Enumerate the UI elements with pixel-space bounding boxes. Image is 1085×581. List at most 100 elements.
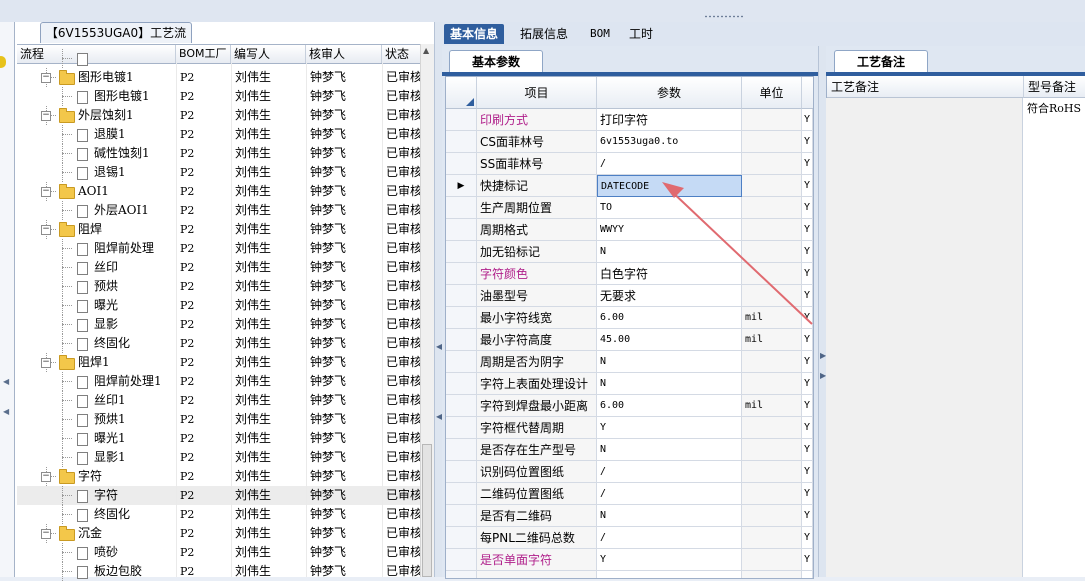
- tree-row[interactable]: − 外层蚀刻1 P2 刘伟生 钟梦飞 已审核: [17, 106, 420, 125]
- param-row[interactable]: SS面菲林号 / Y: [446, 153, 813, 175]
- collapse-icon[interactable]: −: [41, 358, 51, 368]
- row-header[interactable]: [446, 307, 477, 329]
- tab-process-remark[interactable]: 工艺备注: [834, 50, 928, 73]
- param-row[interactable]: 生产周期位置 TO Y: [446, 197, 813, 219]
- param-value[interactable]: 无要求: [597, 285, 742, 307]
- param-value[interactable]: N: [597, 439, 742, 461]
- param-value[interactable]: /: [597, 153, 742, 175]
- model-remark-value[interactable]: 符合RoHS: [1027, 100, 1085, 116]
- col-header-process-remark[interactable]: 工艺备注: [827, 76, 1024, 98]
- param-value[interactable]: N: [597, 373, 742, 395]
- tree-row[interactable]: 阻焊前处理1 P2 刘伟生 钟梦飞 已审核: [17, 372, 420, 391]
- param-row[interactable]: ▶ 快捷标记 DATECODE Y: [446, 175, 813, 197]
- param-row[interactable]: 是否单面字符 Y Y: [446, 549, 813, 571]
- param-value[interactable]: DATECODE: [597, 175, 742, 197]
- tree-row[interactable]: 终固化 P2 刘伟生 钟梦飞 已审核: [17, 334, 420, 353]
- tree-row[interactable]: 预烘1 P2 刘伟生 钟梦飞 已审核: [17, 410, 420, 429]
- collapse-icon[interactable]: −: [41, 111, 51, 121]
- tree-row[interactable]: 碱性蚀刻1 P2 刘伟生 钟梦飞 已审核: [17, 144, 420, 163]
- tree-row[interactable]: − 沉金 P2 刘伟生 钟梦飞 已审核: [17, 524, 420, 543]
- row-header[interactable]: [446, 109, 477, 131]
- param-row[interactable]: 周期是否为阴字 N Y: [446, 351, 813, 373]
- scroll-up-icon[interactable]: ▲: [423, 46, 429, 55]
- row-header[interactable]: [446, 483, 477, 505]
- row-header[interactable]: [446, 153, 477, 175]
- tab-basic-info[interactable]: 基本信息: [444, 24, 505, 44]
- tree-row[interactable]: 阻焊前处理 P2 刘伟生 钟梦飞 已审核: [17, 239, 420, 258]
- row-header[interactable]: [446, 571, 477, 578]
- row-header[interactable]: [446, 197, 477, 219]
- param-value[interactable]: 打印字符: [597, 109, 742, 131]
- row-header[interactable]: [446, 373, 477, 395]
- param-value[interactable]: N: [597, 505, 742, 527]
- collapse-icon[interactable]: −: [41, 529, 51, 539]
- tree-row[interactable]: − 阻焊1 P2 刘伟生 钟梦飞 已审核: [17, 353, 420, 372]
- row-header[interactable]: [446, 395, 477, 417]
- param-value[interactable]: N: [597, 351, 742, 373]
- tree-row[interactable]: − 图形电镀1 P2 刘伟生 钟梦飞 已审核: [17, 68, 420, 87]
- tree-row[interactable]: 显影1 P2 刘伟生 钟梦飞 已审核: [17, 448, 420, 467]
- param-row[interactable]: 字符框代替周期 Y Y: [446, 417, 813, 439]
- tree-row[interactable]: 图形电镀1 P2 刘伟生 钟梦飞 已审核: [17, 87, 420, 106]
- row-header[interactable]: [446, 285, 477, 307]
- param-row[interactable]: 字符颜色 白色字符 Y: [446, 263, 813, 285]
- tree-row[interactable]: − AOI1 P2 刘伟生 钟梦飞 已审核: [17, 182, 420, 201]
- param-value[interactable]: /: [597, 483, 742, 505]
- param-row[interactable]: 每PNL二维码总数 / Y: [446, 527, 813, 549]
- tree-row[interactable]: − 字符 P2 刘伟生 钟梦飞 已审核: [17, 467, 420, 486]
- row-header[interactable]: [446, 527, 477, 549]
- param-row[interactable]: 周期格式 WWYY Y: [446, 219, 813, 241]
- row-header[interactable]: [446, 329, 477, 351]
- tree-row[interactable]: 曝光1 P2 刘伟生 钟梦飞 已审核: [17, 429, 420, 448]
- tree-row[interactable]: − 阻焊 P2 刘伟生 钟梦飞 已审核: [17, 220, 420, 239]
- param-row[interactable]: 印刷方式 打印字符 Y: [446, 109, 813, 131]
- param-value[interactable]: [597, 571, 742, 578]
- tree-row[interactable]: 显影 P2 刘伟生 钟梦飞 已审核: [17, 315, 420, 334]
- row-header[interactable]: [446, 241, 477, 263]
- row-header[interactable]: [446, 417, 477, 439]
- tab-extended-info[interactable]: 拓展信息: [514, 24, 574, 44]
- param-row[interactable]: 是否存在生产型号 N Y: [446, 439, 813, 461]
- row-header[interactable]: [446, 219, 477, 241]
- param-row[interactable]: 二维码位置图纸 / Y: [446, 483, 813, 505]
- param-row[interactable]: 字符到焊盘最小距离 6.00 mil Y: [446, 395, 813, 417]
- param-value[interactable]: Y: [597, 549, 742, 571]
- row-header[interactable]: [446, 461, 477, 483]
- tab-basic-params[interactable]: 基本参数: [449, 50, 543, 73]
- param-row[interactable]: 最小字符线宽 6.00 mil Y: [446, 307, 813, 329]
- param-value[interactable]: WWYY: [597, 219, 742, 241]
- tab-work-hours[interactable]: 工时: [623, 24, 659, 44]
- tree-row[interactable]: [17, 49, 420, 68]
- param-row[interactable]: 加无铅标记 N Y: [446, 241, 813, 263]
- collapse-arrow-icon[interactable]: ◀: [3, 407, 9, 416]
- tree-row[interactable]: 字符 P2 刘伟生 钟梦飞 已审核: [17, 486, 420, 505]
- param-value[interactable]: /: [597, 527, 742, 549]
- tree-row[interactable]: 板边包胶 P2 刘伟生 钟梦飞 已审核: [17, 562, 420, 581]
- tree-scrollbar[interactable]: ▲: [420, 44, 434, 577]
- collapse-arrow-icon[interactable]: ◀: [3, 377, 9, 386]
- param-row[interactable]: 识别码位置图纸 / Y: [446, 461, 813, 483]
- process-remark-cell[interactable]: [826, 98, 1023, 577]
- param-row[interactable]: 油墨型号 无要求 Y: [446, 285, 813, 307]
- collapse-icon[interactable]: −: [41, 73, 51, 83]
- tree-row[interactable]: 曝光 P2 刘伟生 钟梦飞 已审核: [17, 296, 420, 315]
- row-header[interactable]: [446, 549, 477, 571]
- tree-row[interactable]: 喷砂 P2 刘伟生 钟梦飞 已审核: [17, 543, 420, 562]
- param-row[interactable]: [446, 571, 813, 578]
- row-header[interactable]: [446, 263, 477, 285]
- param-row[interactable]: 是否有二维码 N Y: [446, 505, 813, 527]
- tab-bom[interactable]: BOM: [584, 24, 616, 44]
- tree-row[interactable]: 退锡1 P2 刘伟生 钟梦飞 已审核: [17, 163, 420, 182]
- collapse-icon[interactable]: −: [41, 472, 51, 482]
- collapse-icon[interactable]: −: [41, 187, 51, 197]
- col-header-unit[interactable]: 单位: [742, 77, 802, 109]
- param-row[interactable]: 字符上表面处理设计 N Y: [446, 373, 813, 395]
- row-header[interactable]: [446, 505, 477, 527]
- param-value[interactable]: 45.00: [597, 329, 742, 351]
- row-header[interactable]: [446, 131, 477, 153]
- tree-row[interactable]: 预烘 P2 刘伟生 钟梦飞 已审核: [17, 277, 420, 296]
- param-value[interactable]: 6.00: [597, 395, 742, 417]
- tree-row[interactable]: 丝印 P2 刘伟生 钟梦飞 已审核: [17, 258, 420, 277]
- row-header[interactable]: ▶: [446, 175, 477, 197]
- param-value[interactable]: 6.00: [597, 307, 742, 329]
